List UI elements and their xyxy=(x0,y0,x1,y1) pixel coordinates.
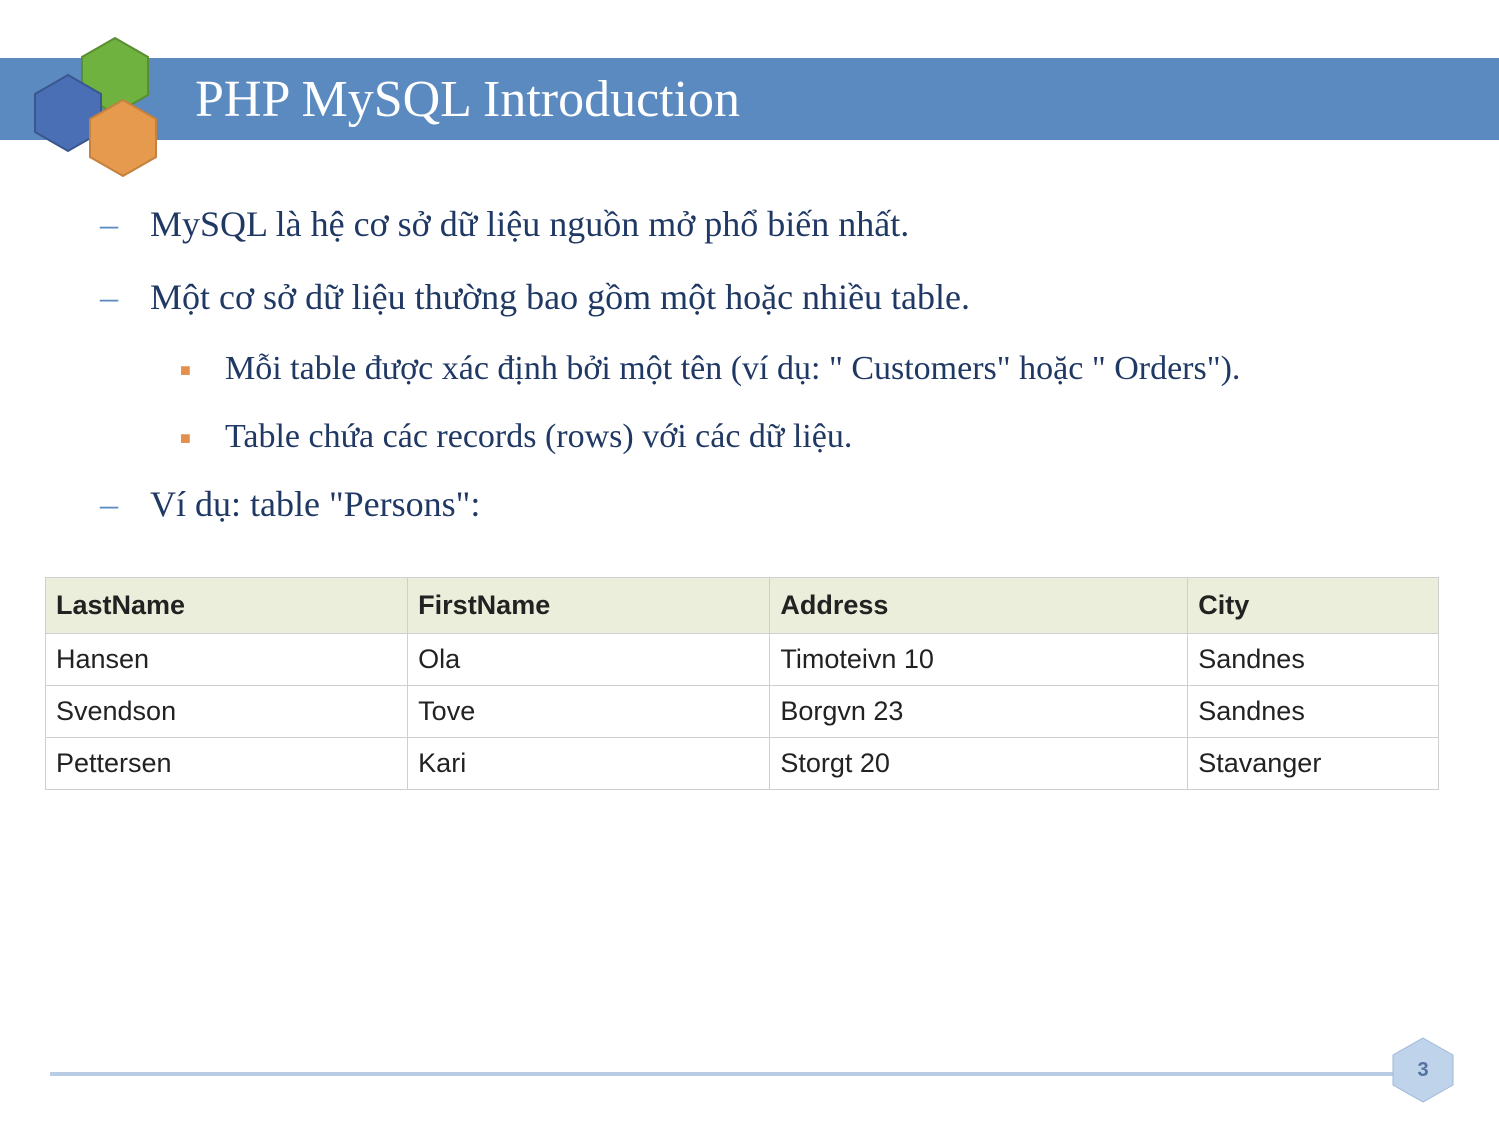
slide-header: PHP MySQL Introduction xyxy=(0,58,1499,140)
slide-title: PHP MySQL Introduction xyxy=(195,70,740,129)
table-row: Svendson Tove Borgvn 23 Sandnes xyxy=(46,685,1439,737)
table-row: Hansen Ola Timoteivn 10 Sandnes xyxy=(46,633,1439,685)
table-cell: Timoteivn 10 xyxy=(770,633,1188,685)
square-icon: ■ xyxy=(180,345,225,383)
slide-body: – MySQL là hệ cơ sở dữ liệu nguồn mở phổ… xyxy=(100,200,1439,790)
table-header-row: LastName FirstName Address City xyxy=(46,577,1439,633)
hexagon-logo-icon xyxy=(20,30,180,190)
table-header-cell: LastName xyxy=(46,577,408,633)
table-header-cell: City xyxy=(1188,577,1439,633)
square-icon: ■ xyxy=(180,413,225,451)
table-cell: Ola xyxy=(408,633,770,685)
table-cell: Hansen xyxy=(46,633,408,685)
table-header-cell: FirstName xyxy=(408,577,770,633)
dash-icon: – xyxy=(100,273,150,322)
table-cell: Borgvn 23 xyxy=(770,685,1188,737)
bullet-item: – MySQL là hệ cơ sở dữ liệu nguồn mở phổ… xyxy=(100,200,1439,249)
table-cell: Pettersen xyxy=(46,737,408,789)
persons-table: LastName FirstName Address City Hansen O… xyxy=(45,577,1439,790)
sub-bullet-item: ■ Mỗi table được xác định bởi một tên (v… xyxy=(100,345,1439,393)
table-cell: Sandnes xyxy=(1188,685,1439,737)
bullet-item: – Ví dụ: table "Persons": xyxy=(100,480,1439,529)
sub-bullet-text: Table chứa các records (rows) với các dữ… xyxy=(225,413,852,461)
sub-bullet-item: ■ Table chứa các records (rows) với các … xyxy=(100,413,1439,461)
bullet-text: MySQL là hệ cơ sở dữ liệu nguồn mở phổ b… xyxy=(150,200,909,249)
table-cell: Storgt 20 xyxy=(770,737,1188,789)
footer-divider xyxy=(50,1072,1449,1076)
bullet-item: – Một cơ sở dữ liệu thường bao gồm một h… xyxy=(100,273,1439,322)
table-row: Pettersen Kari Storgt 20 Stavanger xyxy=(46,737,1439,789)
sub-bullet-text: Mỗi table được xác định bởi một tên (ví … xyxy=(225,345,1240,393)
bullet-text: Một cơ sở dữ liệu thường bao gồm một hoặ… xyxy=(150,273,970,322)
page-number: 3 xyxy=(1387,1034,1459,1106)
table-cell: Stavanger xyxy=(1188,737,1439,789)
bullet-text: Ví dụ: table "Persons": xyxy=(150,480,480,529)
dash-icon: – xyxy=(100,480,150,529)
table-cell: Svendson xyxy=(46,685,408,737)
dash-icon: – xyxy=(100,200,150,249)
table-cell止: Tove xyxy=(408,685,770,737)
table-header-cell: Address xyxy=(770,577,1188,633)
table-cell: Kari xyxy=(408,737,770,789)
table-cell: Sandnes xyxy=(1188,633,1439,685)
